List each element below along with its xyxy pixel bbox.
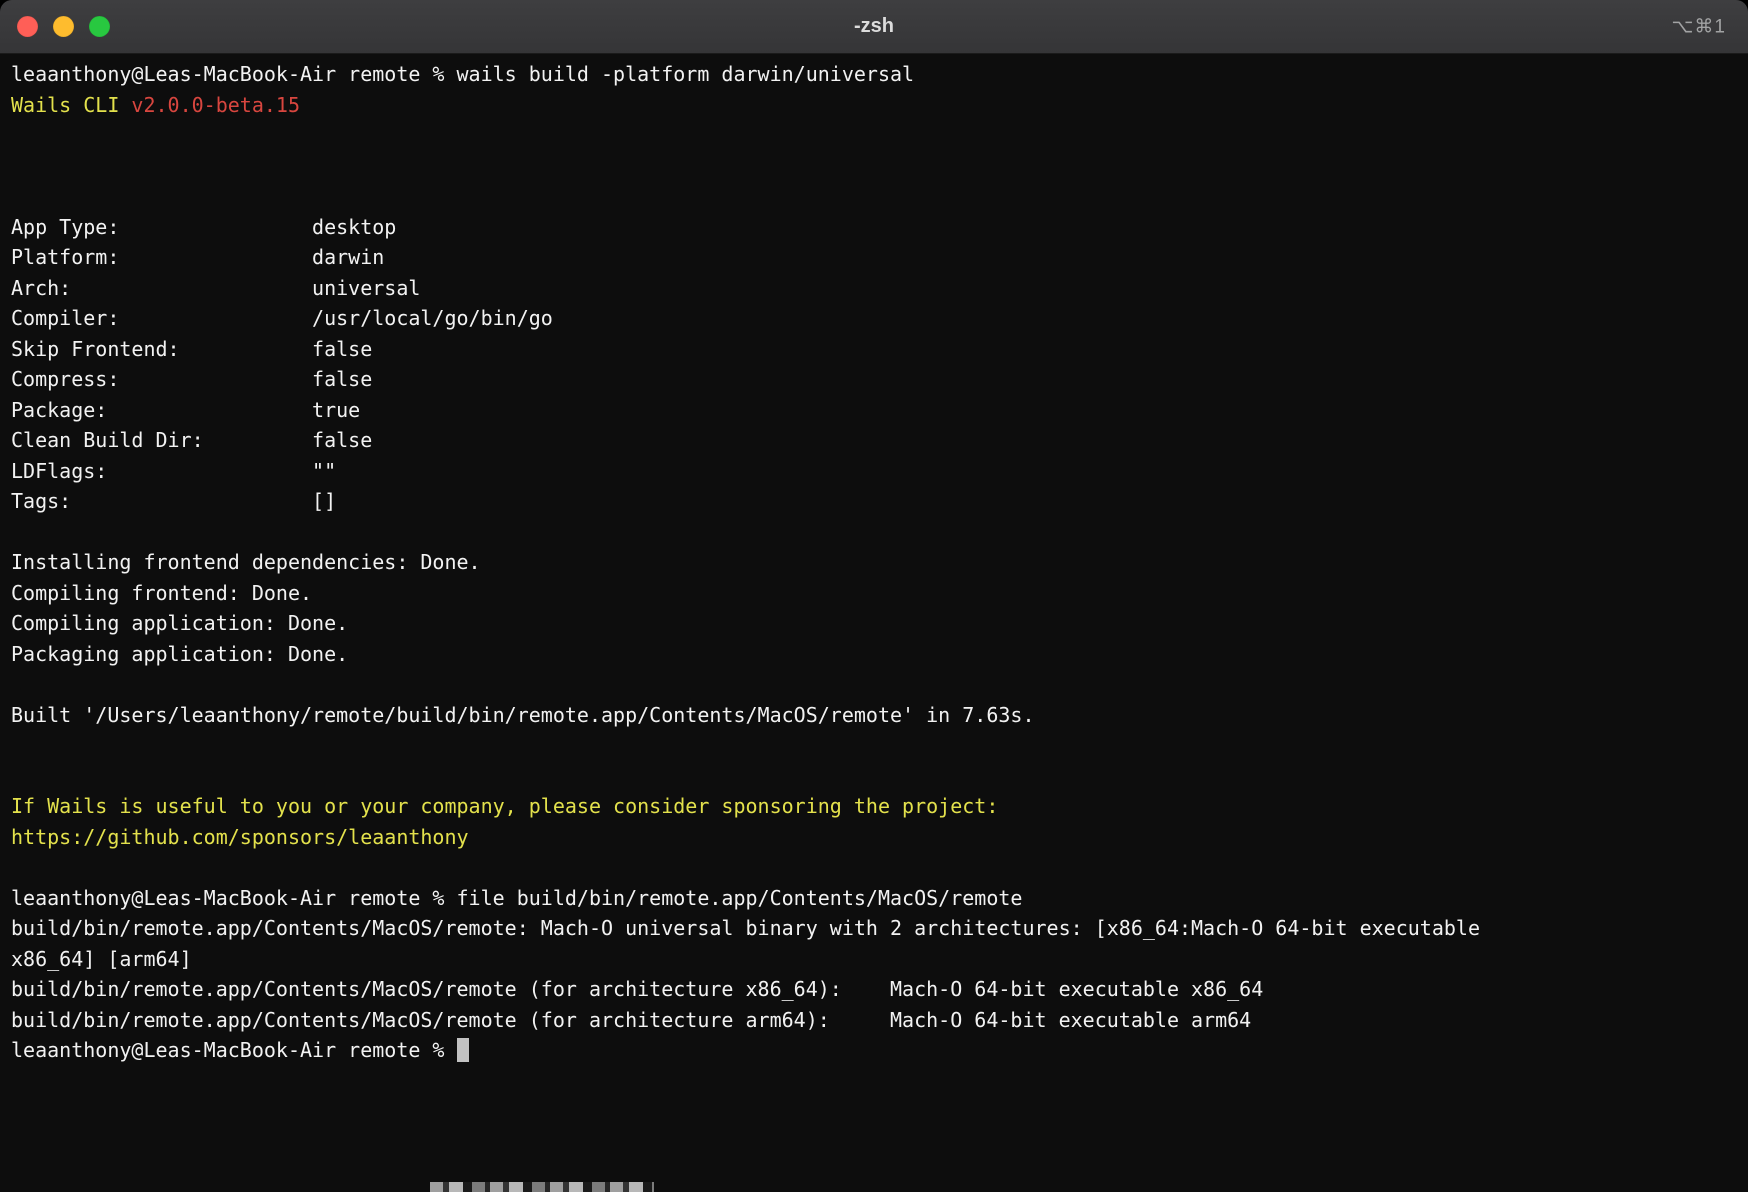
terminal-text-segment: Arch: universal (11, 276, 420, 300)
window-title: -zsh (0, 15, 1748, 38)
terminal-line: Built '/Users/leaanthony/remote/build/bi… (11, 700, 1748, 731)
terminal-line: Package: true (11, 395, 1748, 426)
terminal-line (11, 761, 1748, 792)
obscured-window-fragment (430, 1182, 654, 1192)
terminal-text-segment: Skip Frontend: false (11, 337, 372, 361)
terminal-line: leaanthony@Leas-MacBook-Air remote % wai… (11, 59, 1748, 90)
terminal-text-segment: leaanthony@Leas-MacBook-Air remote % fil… (11, 886, 1022, 910)
terminal-text-segment: Wails CLI (11, 93, 131, 117)
terminal-line: x86_64] [arm64] (11, 944, 1748, 975)
terminal-text-segment: Platform: darwin (11, 245, 384, 269)
terminal-line (11, 151, 1748, 182)
terminal-line: Compiling application: Done. (11, 608, 1748, 639)
terminal-line (11, 852, 1748, 883)
terminal-line: Wails CLI v2.0.0-beta.15 (11, 90, 1748, 121)
terminal-line: LDFlags: "" (11, 456, 1748, 487)
terminal-line (11, 517, 1748, 548)
terminal-line (11, 669, 1748, 700)
cursor-block (457, 1038, 469, 1062)
terminal-line: Arch: universal (11, 273, 1748, 304)
terminal-line: Tags: [] (11, 486, 1748, 517)
terminal-line: build/bin/remote.app/Contents/MacOS/remo… (11, 913, 1748, 944)
terminal-text-segment: App Type: desktop (11, 215, 396, 239)
terminal-line (11, 181, 1748, 212)
tab-shortcut-hint: ⌥⌘1 (1672, 15, 1726, 38)
terminal-text-segment: build/bin/remote.app/Contents/MacOS/remo… (11, 1008, 1251, 1032)
terminal-text-segment: LDFlags: "" (11, 459, 336, 483)
terminal-line: leaanthony@Leas-MacBook-Air remote % fil… (11, 883, 1748, 914)
terminal-text-segment: Package: true (11, 398, 360, 422)
terminal-line (11, 730, 1748, 761)
terminal-text-segment: Packaging application: Done. (11, 642, 348, 666)
terminal-text-segment: Compiling application: Done. (11, 611, 348, 635)
terminal-line: Compiling frontend: Done. (11, 578, 1748, 609)
terminal-line: Skip Frontend: false (11, 334, 1748, 365)
minimize-button[interactable] (53, 16, 74, 37)
terminal-line: Installing frontend dependencies: Done. (11, 547, 1748, 578)
terminal-text-segment: x86_64] [arm64] (11, 947, 192, 971)
terminal-text-segment: build/bin/remote.app/Contents/MacOS/remo… (11, 916, 1480, 940)
terminal-line: If Wails is useful to you or your compan… (11, 791, 1748, 822)
terminal-text-segment: Clean Build Dir: false (11, 428, 372, 452)
titlebar[interactable]: -zsh ⌥⌘1 (0, 0, 1748, 54)
terminal-line: leaanthony@Leas-MacBook-Air remote % (11, 1035, 1748, 1066)
terminal-text-segment: leaanthony@Leas-MacBook-Air remote % wai… (11, 62, 914, 86)
traffic-lights (17, 16, 110, 37)
terminal-line: Platform: darwin (11, 242, 1748, 273)
terminal-text-segment: v2.0.0-beta.15 (131, 93, 300, 117)
terminal-line: App Type: desktop (11, 212, 1748, 243)
terminal-text-segment: Installing frontend dependencies: Done. (11, 550, 481, 574)
terminal-text-segment: Built '/Users/leaanthony/remote/build/bi… (11, 703, 1035, 727)
terminal-text-segment: leaanthony@Leas-MacBook-Air remote % (11, 1038, 457, 1062)
terminal-line: Compiler: /usr/local/go/bin/go (11, 303, 1748, 334)
terminal-text-segment: Tags: [] (11, 489, 336, 513)
terminal-text-segment: Compress: false (11, 367, 372, 391)
terminal-text-segment: Compiling frontend: Done. (11, 581, 312, 605)
terminal-text-segment: Compiler: /usr/local/go/bin/go (11, 306, 553, 330)
terminal-line: Compress: false (11, 364, 1748, 395)
terminal-line: build/bin/remote.app/Contents/MacOS/remo… (11, 1005, 1748, 1036)
terminal-text-segment: https://github.com/sponsors/leaanthony (11, 825, 469, 849)
terminal-line: Packaging application: Done. (11, 639, 1748, 670)
close-button[interactable] (17, 16, 38, 37)
terminal-line: https://github.com/sponsors/leaanthony (11, 822, 1748, 853)
terminal-line (11, 120, 1748, 151)
terminal-window: -zsh ⌥⌘1 leaanthony@Leas-MacBook-Air rem… (0, 0, 1748, 1192)
terminal-text-segment: If Wails is useful to you or your compan… (11, 794, 998, 818)
terminal-line: Clean Build Dir: false (11, 425, 1748, 456)
zoom-button[interactable] (89, 16, 110, 37)
terminal-output[interactable]: leaanthony@Leas-MacBook-Air remote % wai… (0, 54, 1748, 1066)
terminal-text-segment: build/bin/remote.app/Contents/MacOS/remo… (11, 977, 1263, 1001)
terminal-line: build/bin/remote.app/Contents/MacOS/remo… (11, 974, 1748, 1005)
